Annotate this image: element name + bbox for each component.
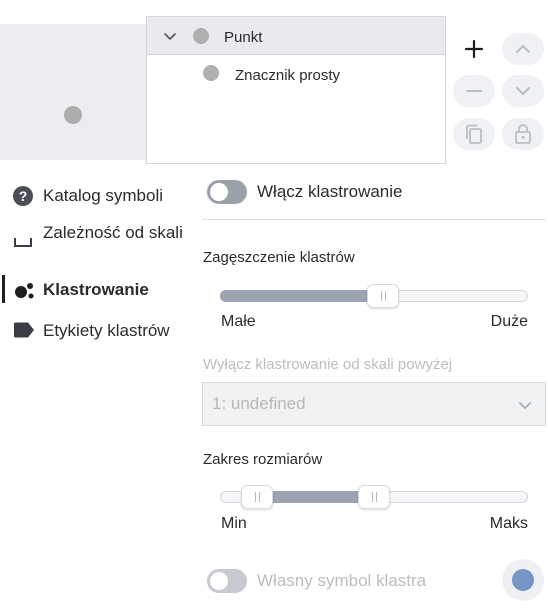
toggle-knob	[210, 572, 228, 590]
size-max-label: Maks	[489, 515, 528, 532]
cluster-color-swatch	[512, 569, 534, 591]
sidebar-item-label: Zależność od skali	[43, 223, 183, 242]
lock-icon	[515, 124, 531, 144]
chevron-down-icon	[516, 87, 530, 95]
tree-item-simple-marker[interactable]: Znacznik prosty	[147, 55, 445, 93]
sidebar-item-label: Katalog symboli	[43, 186, 164, 205]
density-slider-thumb[interactable]	[367, 284, 400, 308]
symbol-preview	[0, 24, 146, 160]
disable-scale-title: Wyłącz klastrowanie od skali powyżej	[203, 356, 453, 373]
move-layer-up-button[interactable]	[502, 33, 544, 65]
svg-text:?: ?	[19, 188, 28, 204]
plus-icon	[464, 39, 484, 59]
sidebar-item-clustering[interactable]: Klastrowanie	[12, 278, 197, 302]
simple-marker-icon	[203, 65, 219, 81]
divider	[202, 219, 546, 220]
lock-layer-button[interactable]	[502, 118, 544, 150]
enable-clustering-label: Włącz klastrowanie	[257, 182, 403, 201]
cluster-color-button[interactable]	[502, 559, 544, 601]
tree-item-label: Znacznik prosty	[235, 67, 341, 84]
chevron-up-icon	[516, 45, 530, 53]
point-layer-icon	[193, 28, 209, 44]
disable-scale-value: 1: undefined	[212, 394, 306, 413]
density-max-label: Duże	[490, 313, 528, 330]
size-range-title: Zakres rozmiarów	[203, 451, 323, 468]
move-layer-down-button[interactable]	[502, 75, 544, 107]
cluster-icon	[15, 283, 34, 299]
custom-symbol-label: Własny symbol klastra	[257, 571, 427, 590]
symbol-layer-tree: Punkt Znacznik prosty	[146, 16, 446, 164]
point-symbol-icon	[64, 106, 82, 124]
sidebar-item-label: Klastrowanie	[43, 280, 149, 299]
chevron-down-icon	[519, 402, 531, 409]
size-range-max-thumb[interactable]	[358, 485, 390, 509]
sidebar-item-scale-dependency[interactable]: Zależność od skali	[12, 221, 197, 267]
duplicate-layer-button[interactable]	[453, 118, 495, 150]
active-indicator	[2, 275, 5, 303]
minus-icon	[466, 90, 482, 92]
chevron-down-icon[interactable]	[161, 27, 179, 45]
scale-range-icon	[14, 238, 32, 247]
copy-icon	[466, 124, 482, 144]
density-title: Zagęszczenie klastrów	[203, 249, 355, 266]
tree-item-punkt[interactable]: Punkt	[147, 17, 445, 55]
label-tag-icon	[14, 322, 34, 338]
help-circle-icon: ?	[13, 186, 33, 206]
size-range-min-thumb[interactable]	[240, 485, 273, 509]
sidebar-item-symbol-catalog[interactable]: ? Katalog symboli	[12, 184, 197, 208]
disable-scale-select[interactable]: 1: undefined	[202, 382, 546, 426]
density-slider-fill	[220, 290, 384, 302]
add-layer-button[interactable]	[453, 33, 495, 65]
sidebar-item-cluster-labels[interactable]: Etykiety klastrów	[12, 319, 197, 343]
density-min-label: Małe	[221, 313, 256, 330]
size-min-label: Min	[221, 515, 247, 532]
enable-clustering-toggle[interactable]	[207, 180, 247, 204]
custom-symbol-toggle[interactable]	[207, 569, 247, 593]
tree-item-label: Punkt	[224, 29, 263, 46]
remove-layer-button[interactable]	[453, 75, 495, 107]
sidebar-item-label: Etykiety klastrów	[43, 321, 170, 340]
toggle-knob	[210, 183, 228, 201]
